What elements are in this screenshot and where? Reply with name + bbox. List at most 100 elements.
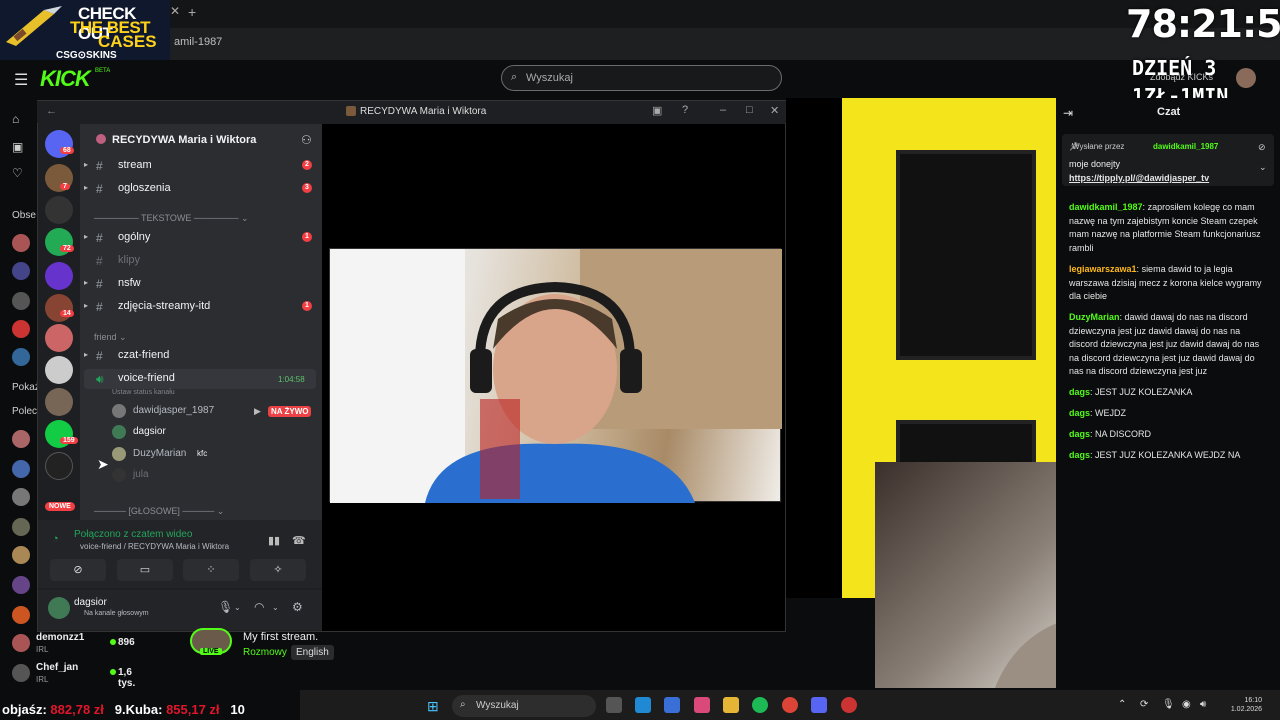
chat-username[interactable]: dags [1069,429,1090,439]
app-icon[interactable] [841,697,857,713]
server-item[interactable] [45,388,73,416]
chat-username[interactable]: legiawarszawa1 [1069,264,1137,274]
voice-channel-path[interactable]: voice-friend / RECYDYWA Maria i Wiktora [80,542,229,551]
maximize-icon[interactable]: □ [746,104,753,116]
server-name-button[interactable]: RECYDYWA Maria i Wiktora [112,134,256,146]
server-item[interactable] [45,324,73,352]
show-more-label[interactable]: Pokaż [12,382,40,393]
microphone-icon[interactable]: 🎙︎ [218,600,233,614]
clock-date[interactable]: 1.02.2026 [1222,706,1262,713]
clock-time[interactable]: 16:10 [1222,697,1262,704]
chat-username[interactable]: dags [1069,408,1090,418]
task-view-icon[interactable] [606,697,622,713]
pinned-username[interactable]: dawidkamil_1987 [1153,142,1218,151]
channel-item[interactable]: ▸ # ogloszenia 3 [84,179,316,199]
avatar[interactable] [12,488,30,506]
minimize-icon[interactable]: – [720,104,726,116]
category-header[interactable]: friend ⌄ [94,332,127,343]
channel-item[interactable]: # klipy [84,251,316,271]
avatar[interactable] [12,460,30,478]
stream-language-tag[interactable]: English [291,645,334,660]
chat-username[interactable]: dags [1069,387,1090,397]
network-icon[interactable]: ⟳ [1140,699,1148,710]
activities-icon[interactable]: ⁘ [183,559,239,581]
category-header[interactable]: ───── [GŁOSOWE] ───── ⌄ [94,506,224,517]
hash-icon: # [96,159,103,173]
headphones-icon[interactable]: ◠ [254,600,264,614]
microphone-icon[interactable]: 🎙︎ [1162,699,1175,710]
avatar[interactable] [1236,68,1256,88]
search-box[interactable]: ⌕ [501,65,782,91]
channel-item[interactable]: ▸ # zdjęcia-streamy-itd 1 [84,297,316,317]
avatar[interactable] [12,262,30,280]
unpin-icon[interactable]: ⊘ [1258,142,1266,153]
back-arrow-icon[interactable]: ← [46,105,57,117]
taskbar-search[interactable]: ⌕ Wyszukaj [452,695,596,717]
noise-suppression-icon[interactable]: ▮▮ [268,534,280,547]
server-item[interactable] [45,262,73,290]
following-icon[interactable]: ♡ [12,166,23,180]
spotify-icon[interactable] [752,697,768,713]
file-explorer-icon[interactable] [723,697,739,713]
avatar[interactable] [12,606,30,624]
chevron-down-icon[interactable]: ⌄ [234,603,241,612]
avatar[interactable] [12,234,30,252]
windows-start-icon[interactable]: ⊞ [427,698,439,715]
chat-username[interactable]: dags [1069,450,1090,460]
disconnect-icon[interactable]: ☎ [292,534,306,547]
server-item[interactable] [45,452,73,480]
server-item[interactable] [45,196,73,224]
inbox-icon[interactable]: ▣ [652,104,662,117]
new-tab-icon[interactable]: + [188,4,196,20]
chevron-down-icon[interactable]: ⌄ [1259,162,1267,173]
discord-icon[interactable] [811,697,827,713]
gear-icon[interactable]: ⚙ [292,600,303,614]
close-icon[interactable]: ✕ [770,104,779,117]
volume-icon[interactable]: 🔊︎ [1200,699,1206,710]
store-icon[interactable] [664,697,680,713]
edge-icon[interactable] [635,697,651,713]
menu-icon[interactable]: ☰ [14,70,28,90]
chat-username[interactable]: dawidkamil_1987 [1069,202,1143,212]
avatar [112,447,126,461]
channel-item[interactable]: ▸ # nsfw [84,274,316,294]
category-header[interactable]: ─────── TEKSTOWE ─────── ⌄ [94,213,249,224]
search-input[interactable] [526,70,766,86]
avatar[interactable] [12,518,30,536]
chevron-up-icon[interactable]: ⌃ [1118,699,1126,710]
screen-share-icon[interactable]: ▭ [117,559,173,581]
avatar[interactable] [12,546,30,564]
address-bar[interactable]: amil-1987 [170,30,222,54]
kick-logo[interactable]: KICK [40,66,91,92]
collapse-chat-icon[interactable]: ⇥ [1063,106,1073,120]
server-item[interactable] [45,356,73,384]
avatar[interactable] [12,430,30,448]
username[interactable]: dagsior [74,597,107,608]
add-member-icon[interactable]: ⚇ [301,133,312,147]
tab-close-icon[interactable]: ✕ [170,4,180,18]
avatar[interactable] [48,597,70,619]
avatar[interactable] [12,348,30,366]
channel-item[interactable]: ▸ # stream 2 [84,156,316,176]
avatar[interactable] [12,576,30,594]
video-feed[interactable] [329,248,782,503]
chrome-icon[interactable] [782,697,798,713]
camera-toggle-icon[interactable]: ⊘ [50,559,106,581]
signal-icon[interactable]: ◔ [52,533,59,545]
chat-username[interactable]: DuzyMarian [1069,312,1120,322]
stream-category[interactable]: Rozmowy [243,647,287,658]
server-item[interactable] [45,294,73,322]
wifi-icon[interactable]: ◉ [1182,699,1191,710]
pinned-link[interactable]: https://tipply.pl/@dawidjasper_tv [1069,173,1209,183]
chevron-down-icon[interactable]: ⌄ [272,603,279,612]
avatar[interactable] [12,320,30,338]
channel-item[interactable]: ▸ # czat-friend [84,346,316,366]
help-icon[interactable]: ? [682,104,688,116]
soundboard-icon[interactable]: ✧ [250,559,306,581]
set-channel-status[interactable]: Ustaw status kanału [112,389,175,396]
copilot-icon[interactable] [694,697,710,713]
home-icon[interactable]: ⌂ [12,112,19,126]
channel-item[interactable]: ▸ # ogólny 1 [84,228,316,248]
avatar[interactable] [12,292,30,310]
browse-icon[interactable]: ▣ [12,140,23,154]
